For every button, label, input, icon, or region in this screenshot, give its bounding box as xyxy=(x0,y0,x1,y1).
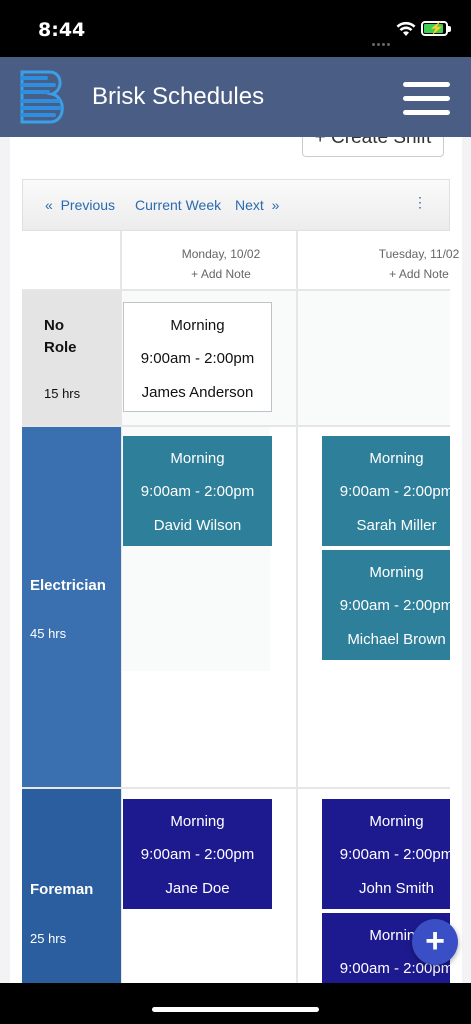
add-note-link[interactable]: + Add Note xyxy=(334,267,471,281)
shift-name: Morning xyxy=(170,450,225,467)
day-header-tuesday: Tuesday, 11/02 + Add Note xyxy=(334,231,471,281)
double-chevron-right-icon: » xyxy=(271,197,280,213)
signal-icon xyxy=(372,33,392,46)
app-header: Brisk Schedules xyxy=(0,57,471,137)
previous-week-link[interactable]: « Previous xyxy=(45,197,115,213)
create-shift-button[interactable]: + Create Shift xyxy=(302,137,444,157)
shift-name: Morning xyxy=(369,450,424,467)
shift-card[interactable]: Morning 9:00am - 2:00pm John Smith xyxy=(322,799,450,909)
schedule-grid: Monday, 10/02 + Add Note Tuesday, 11/02 … xyxy=(22,231,459,983)
status-time: 8:44 xyxy=(38,19,86,41)
shift-employee: Sarah Miller xyxy=(356,517,437,534)
next-week-link[interactable]: Next » xyxy=(235,197,279,213)
shift-employee: Michael Brown xyxy=(347,631,446,648)
double-chevron-left-icon: « xyxy=(45,197,53,213)
wifi-icon xyxy=(396,21,416,36)
status-bar: 8:44 ⚡ xyxy=(0,0,471,57)
shift-card[interactable]: Morning 9:00am - 2:00pm Michael Brown xyxy=(322,550,450,660)
role-cell-foreman: Foreman 25 hrs xyxy=(22,789,121,983)
day-cell[interactable] xyxy=(298,291,450,425)
add-note-link[interactable]: + Add Note xyxy=(136,267,306,281)
home-indicator[interactable] xyxy=(152,1007,319,1012)
week-navigation: « Previous Current Week Next » ⋮ xyxy=(22,179,450,231)
hamburger-menu-button[interactable] xyxy=(403,82,450,116)
shift-time: 9:00am - 2:00pm xyxy=(140,846,255,863)
shift-time: 9:00am - 2:00pm xyxy=(339,846,450,863)
role-hours: 15 hrs xyxy=(44,386,81,401)
shift-card[interactable]: Morning 9:00am - 2:00pm Jane Doe xyxy=(123,799,272,909)
app-title: Brisk Schedules xyxy=(92,83,265,110)
shift-time: 9:00am - 2:00pm xyxy=(339,597,450,614)
plus-icon: + xyxy=(425,922,445,960)
day-header-monday: Monday, 10/02 + Add Note xyxy=(136,231,306,281)
shift-name: Morning xyxy=(369,564,424,581)
shift-employee: David Wilson xyxy=(153,517,242,534)
day-date: Monday, 10/02 xyxy=(181,247,261,261)
role-cell-electrician: Electrician 45 hrs xyxy=(22,427,121,787)
shift-name: Morning xyxy=(170,317,225,334)
day-date: Tuesday, 11/02 xyxy=(378,247,460,261)
brisk-logo-icon xyxy=(20,70,64,124)
shift-time: 9:00am - 2:00pm xyxy=(140,350,255,367)
home-indicator-bar xyxy=(0,983,471,1024)
shift-employee: Jane Doe xyxy=(165,880,230,897)
shift-employee: James Anderson xyxy=(141,384,254,401)
shift-name: Morning xyxy=(369,813,424,830)
shift-card[interactable]: Morning 9:00am - 2:00pm Sarah Miller xyxy=(322,436,450,546)
shift-card[interactable]: Morning 9:00am - 2:00pm James Anderson xyxy=(123,302,272,412)
hamburger-icon xyxy=(403,82,450,87)
shift-name: Morning xyxy=(170,813,225,830)
battery-icon: ⚡ xyxy=(421,21,451,36)
role-name: No Role xyxy=(44,317,77,356)
role-hours: 25 hrs xyxy=(30,931,67,946)
shift-card[interactable]: Morning 9:00am - 2:00pm David Wilson xyxy=(123,436,272,546)
role-name: Electrician xyxy=(30,577,106,594)
content-area: + Create Shift « Previous Current Week N… xyxy=(0,137,471,983)
role-hours: 45 hrs xyxy=(30,626,67,641)
shift-time: 9:00am - 2:00pm xyxy=(140,483,255,500)
vertical-ellipsis-icon[interactable]: ⋮ xyxy=(413,194,427,211)
role-cell-no-role: No Role 15 hrs xyxy=(22,291,121,425)
add-shift-fab[interactable]: + xyxy=(412,919,458,965)
shift-employee: John Smith xyxy=(358,880,435,897)
shift-time: 9:00am - 2:00pm xyxy=(339,483,450,500)
role-name: Foreman xyxy=(30,881,94,898)
current-week-link[interactable]: Current Week xyxy=(135,197,221,213)
